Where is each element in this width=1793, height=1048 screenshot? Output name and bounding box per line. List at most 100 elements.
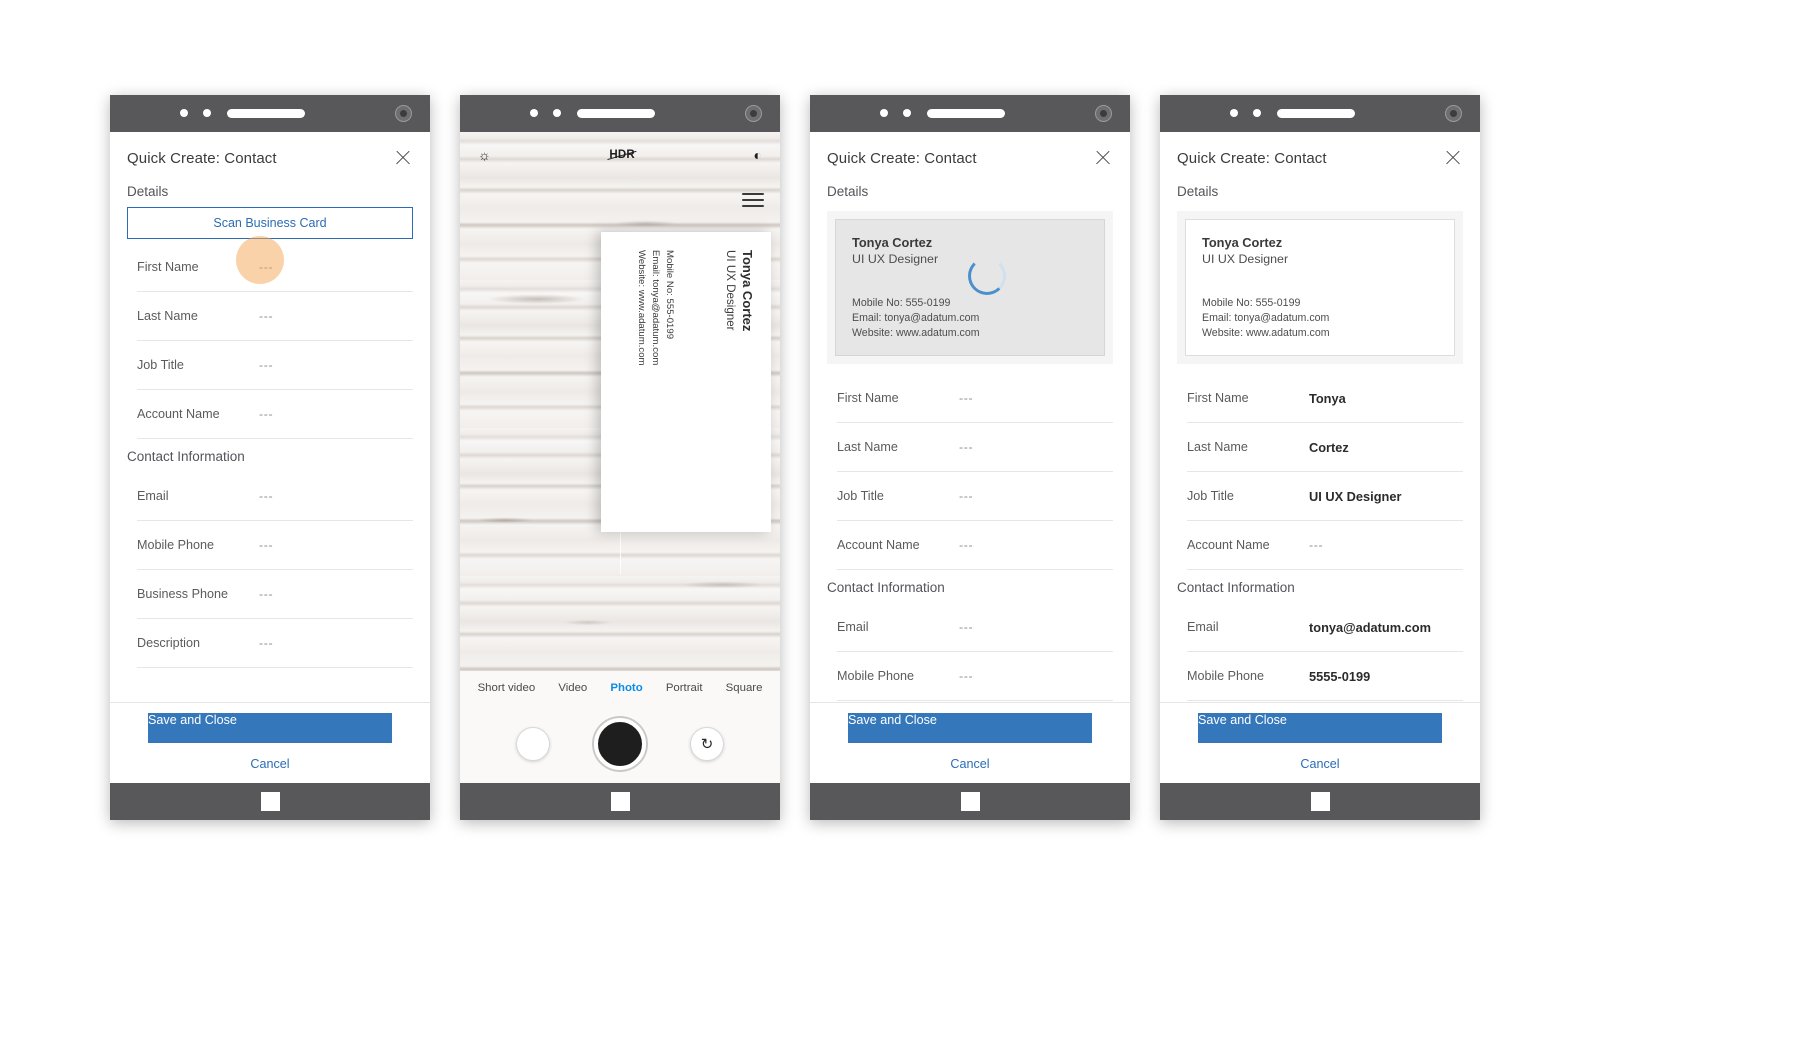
camera-mode-short-video[interactable]: Short video <box>478 682 536 694</box>
save-and-close-button[interactable]: Save and Close <box>1198 713 1442 743</box>
field-value: --- <box>959 440 974 455</box>
camera-mode-square[interactable]: Square <box>726 682 763 694</box>
field-row-account-name[interactable]: Account Name --- <box>837 521 1113 571</box>
field-value: --- <box>1309 538 1324 553</box>
form-footer: Save and Close Cancel <box>110 702 430 783</box>
cancel-link[interactable]: Cancel <box>1160 757 1480 771</box>
hamburger-menu-icon[interactable] <box>742 193 764 207</box>
business-card-object: Tonya Cortez UI UX Designer Mobile No: 5… <box>601 232 771 532</box>
camera-mode-video[interactable]: Video <box>558 682 587 694</box>
scan-business-card-button[interactable]: Scan Business Card <box>127 207 413 239</box>
phone-bottom-bezel <box>110 783 430 820</box>
field-value: --- <box>259 587 274 601</box>
home-button-icon[interactable] <box>610 792 630 811</box>
field-label: Email <box>137 489 169 503</box>
phone-top-bezel <box>810 95 1130 132</box>
camera-controls: ↻ <box>460 705 780 783</box>
field-row-mobile-phone[interactable]: Mobile Phone --- <box>837 652 1113 702</box>
close-icon[interactable] <box>1443 148 1463 168</box>
field-row-job-title[interactable]: Job Title --- <box>837 472 1113 522</box>
preview-card-mobile: Mobile No: 555-0199 <box>1202 297 1301 309</box>
field-label: Business Phone <box>137 587 229 601</box>
phone-top-bezel <box>460 95 780 132</box>
save-and-close-button[interactable]: Save and Close <box>848 713 1092 743</box>
field-row-email[interactable]: Email --- <box>837 603 1113 653</box>
field-value: --- <box>959 489 974 504</box>
field-row-mobile-phone[interactable]: Mobile Phone --- <box>137 521 413 570</box>
field-value: --- <box>259 260 274 274</box>
field-row-last-name[interactable]: Last Name --- <box>837 423 1113 473</box>
hdr-toggle-icon[interactable]: HDR <box>609 149 635 161</box>
details-section-label: Details <box>827 184 869 199</box>
color-filter-icon[interactable]: ◐ <box>754 148 762 162</box>
field-row-account-name[interactable]: Account Name --- <box>1187 521 1463 571</box>
form-fields-scroll[interactable]: Tonya Cortez UI UX Designer Mobile No: 5… <box>1160 207 1480 702</box>
field-value: 5555-0199 <box>1309 668 1371 684</box>
field-value: --- <box>259 358 274 372</box>
field-value: --- <box>259 309 274 323</box>
business-card-website: Website: www.adatum.com <box>635 250 647 366</box>
gallery-thumbnail-icon[interactable] <box>516 727 550 761</box>
field-row-first-name[interactable]: First Name --- <box>837 374 1113 424</box>
form-fields-scroll[interactable]: Tonya Cortez UI UX Designer Mobile No: 5… <box>810 207 1130 702</box>
field-row-last-name[interactable]: Last Name --- <box>137 292 413 341</box>
field-row-mobile-phone[interactable]: Mobile Phone 5555-0199 <box>1187 652 1463 702</box>
field-value: --- <box>959 391 974 406</box>
field-row-last-name[interactable]: Last Name Cortez <box>1187 423 1463 473</box>
earpiece-speaker <box>1277 109 1355 118</box>
front-camera-icon <box>745 105 762 122</box>
field-label: Description <box>137 636 200 650</box>
camera-mode-portrait[interactable]: Portrait <box>666 682 703 694</box>
camera-viewfinder[interactable]: ☼ HDR ◐ Tonya Cortez UI UX Designer Mobi… <box>460 132 780 671</box>
earpiece-speaker <box>227 109 305 118</box>
field-row-email[interactable]: Email --- <box>137 472 413 521</box>
form-header: Quick Create: Contact <box>110 132 430 174</box>
front-camera-icon <box>1095 105 1112 122</box>
field-row-first-name[interactable]: First Name --- <box>137 243 413 292</box>
business-card-email: Email: tonya@adatum.com <box>650 250 662 366</box>
camera-mode-photo[interactable]: Photo <box>610 682 642 694</box>
cancel-link[interactable]: Cancel <box>810 757 1130 771</box>
form-fields-scroll[interactable]: Scan Business Card First Name --- Last N… <box>110 207 430 702</box>
home-button-icon[interactable] <box>960 792 980 811</box>
field-row-description[interactable]: Description --- <box>137 619 413 668</box>
preview-card-website: Website: www.adatum.com <box>852 327 980 340</box>
field-value: tonya@adatum.com <box>1309 619 1431 635</box>
close-icon[interactable] <box>1093 148 1113 168</box>
field-row-first-name[interactable]: First Name Tonya <box>1187 374 1463 424</box>
scanned-card-preview: Tonya Cortez UI UX Designer Mobile No: 5… <box>835 219 1105 357</box>
earpiece-speaker <box>927 109 1005 118</box>
form-header: Quick Create: Contact <box>1160 132 1480 174</box>
camera-toolbar: ☼ HDR ◐ <box>460 142 780 168</box>
field-value: --- <box>259 636 274 650</box>
screenshot-canvas: Quick Create: Contact Details Scan Busin… <box>0 0 1793 1048</box>
home-button-icon[interactable] <box>1310 792 1330 811</box>
field-row-job-title[interactable]: Job Title --- <box>137 341 413 390</box>
phone-bottom-bezel <box>810 783 1130 820</box>
details-section-label: Details <box>1177 184 1219 199</box>
field-row-business-phone[interactable]: Business Phone --- <box>137 570 413 619</box>
field-row-job-title[interactable]: Job Title UI UX Designer <box>1187 472 1463 522</box>
brightness-sun-icon[interactable]: ☼ <box>478 148 491 162</box>
save-and-close-button[interactable]: Save and Close <box>148 713 392 743</box>
flip-camera-icon[interactable]: ↻ <box>690 727 724 761</box>
contact-information-label: Contact Information <box>127 449 245 464</box>
field-row-account-name[interactable]: Account Name --- <box>137 390 413 439</box>
form-header: Quick Create: Contact <box>810 132 1130 174</box>
close-icon[interactable] <box>393 148 413 168</box>
home-button-icon[interactable] <box>260 792 280 811</box>
field-label: Mobile Phone <box>137 538 215 552</box>
business-card-name: Tonya Cortez <box>740 250 755 332</box>
field-row-email[interactable]: Email tonya@adatum.com <box>1187 603 1463 653</box>
preview-card-mobile: Mobile No: 555-0199 <box>852 297 951 309</box>
sensor-dot-icon <box>880 109 888 117</box>
front-camera-icon <box>395 105 412 122</box>
preview-card-name: Tonya Cortez <box>1202 235 1283 250</box>
field-label: Job Title <box>837 489 884 504</box>
field-label: Job Title <box>1187 489 1234 504</box>
cancel-link[interactable]: Cancel <box>110 757 430 771</box>
phone-screen: ☼ HDR ◐ Tonya Cortez UI UX Designer Mobi… <box>460 132 780 783</box>
field-label: Email <box>837 620 869 635</box>
preview-card-email: Email: tonya@adatum.com <box>1202 312 1330 325</box>
shutter-button[interactable] <box>594 718 646 770</box>
